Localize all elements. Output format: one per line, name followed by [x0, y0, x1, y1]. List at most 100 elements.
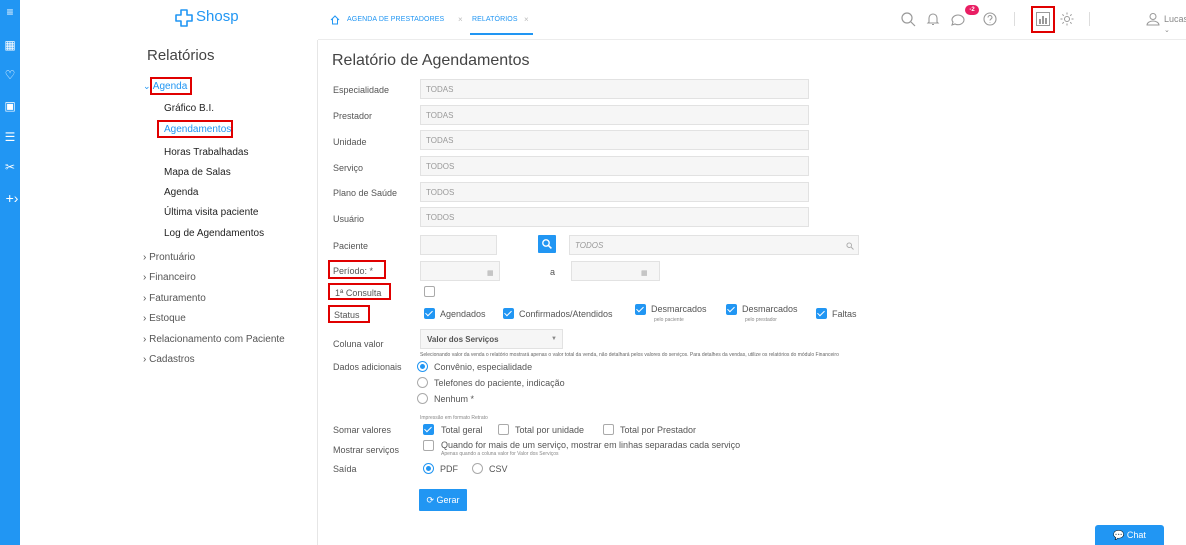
chat-icon: 💬: [1113, 530, 1125, 540]
search-icon: [846, 242, 854, 250]
label-saida: Saída: [333, 464, 357, 474]
status-desmarcados-paciente-checkbox[interactable]: [635, 304, 646, 315]
dropdown-arrow-icon: ▼: [551, 336, 557, 342]
coluna-valor-selected: Valor dos Serviços: [427, 335, 499, 344]
menu-relacionamento[interactable]: › Relacionamento com Paciente: [143, 334, 285, 345]
menu-financeiro[interactable]: › Financeiro: [143, 272, 196, 283]
close-tab-icon[interactable]: ×: [458, 15, 463, 24]
somar-total-prestador-checkbox[interactable]: [603, 424, 614, 435]
label-plano-saude: Plano de Saúde: [333, 188, 398, 198]
gerar-label: Gerar: [436, 495, 460, 505]
status-desmarcados-paciente-label: Desmarcados: [651, 304, 707, 314]
somar-total-unidade-checkbox[interactable]: [498, 424, 509, 435]
label-servico: Serviço: [333, 163, 364, 173]
menu-item-horas-trabalhadas[interactable]: Horas Trabalhadas: [164, 147, 249, 158]
status-desmarcados-prestador-checkbox[interactable]: [726, 304, 737, 315]
prestador-field[interactable]: TODAS: [420, 105, 809, 125]
menu-item-log-agendamentos[interactable]: Log de Agendamentos: [164, 228, 264, 239]
especialidade-field[interactable]: TODAS: [420, 79, 809, 99]
somar-total-prestador-label: Total por Prestador: [620, 425, 697, 435]
brand-name: Shosp: [196, 8, 239, 25]
mostrar-servicos-checkbox[interactable]: [423, 440, 434, 451]
database-icon[interactable]: ☰: [3, 130, 17, 144]
somar-valores-hint: Impressão em formato Retrato: [420, 415, 488, 421]
highlight-box-agendamentos: [157, 120, 233, 138]
dados-convenio-label: Convênio, especialidade: [434, 362, 533, 372]
menu-faturamento[interactable]: › Faturamento: [143, 293, 206, 304]
saida-pdf-label: PDF: [440, 464, 458, 474]
bell-icon[interactable]: [925, 11, 941, 27]
breadcrumb-agenda-prestadores[interactable]: AGENDA DE PRESTADORES: [347, 16, 444, 23]
menu-prontuario[interactable]: › Prontuário: [143, 252, 195, 263]
help-icon[interactable]: [982, 11, 998, 27]
status-desmarcados-paciente-sub: pelo paciente: [654, 317, 684, 323]
label-somar-valores: Somar valores: [333, 425, 392, 435]
periodo-start-input[interactable]: ▦: [420, 261, 500, 281]
user-icon[interactable]: [1145, 11, 1161, 27]
tools-icon[interactable]: ✂: [3, 160, 17, 174]
menu-item-grafico-bi[interactable]: Gráfico B.I.: [164, 103, 214, 114]
gerar-button[interactable]: ⟳ Gerar: [419, 489, 467, 511]
label-coluna-valor: Coluna valor: [333, 339, 384, 349]
brand-area: Shosp: [20, 0, 318, 40]
menu-item-ultima-visita[interactable]: Última visita paciente: [164, 207, 258, 218]
menu-cadastros[interactable]: › Cadastros: [143, 354, 195, 365]
paciente-search-button[interactable]: [538, 235, 556, 253]
dados-telefones-radio[interactable]: [417, 377, 428, 388]
servico-field[interactable]: TODOS: [420, 156, 809, 176]
user-menu[interactable]: Lucas ⌄: [1164, 14, 1186, 34]
dados-convenio-radio[interactable]: [417, 361, 428, 372]
menu-faturamento-label: Faturamento: [149, 293, 206, 304]
menu-estoque[interactable]: › Estoque: [143, 313, 186, 324]
plano-saude-field[interactable]: TODOS: [420, 182, 809, 202]
chat-button[interactable]: 💬 Chat: [1095, 525, 1164, 545]
highlight-box-periodo: [328, 260, 386, 279]
status-confirmados-checkbox[interactable]: [503, 308, 514, 319]
primeira-consulta-checkbox[interactable]: [424, 286, 435, 297]
shosp-logo[interactable]: Shosp: [175, 8, 239, 27]
dados-telefones-label: Telefones do paciente, indicação: [434, 378, 565, 388]
money-icon[interactable]: ▣: [3, 99, 17, 113]
menu-cadastros-label: Cadastros: [149, 354, 195, 365]
somar-total-geral-label: Total geral: [441, 425, 483, 435]
shosp-logo-icon: [175, 9, 193, 27]
status-agendados-checkbox[interactable]: [424, 308, 435, 319]
status-desmarcados-prestador-label: Desmarcados: [742, 304, 798, 314]
usuario-field[interactable]: TODOS: [420, 207, 809, 227]
coluna-valor-select[interactable]: Valor dos Serviços ▼: [420, 329, 563, 349]
mostrar-servicos-hint: Apenas quando a coluna valor for Valor d…: [441, 451, 559, 457]
breadcrumb-relatorios[interactable]: RELATÓRIOS: [472, 16, 518, 23]
unidade-field[interactable]: TODAS: [420, 130, 809, 150]
somar-total-unidade-label: Total por unidade: [515, 425, 585, 435]
saida-csv-label: CSV: [489, 464, 508, 474]
chevron-down-icon: ⌄: [1164, 27, 1170, 34]
menu-item-mapa-de-salas[interactable]: Mapa de Salas: [164, 167, 231, 178]
gear-icon[interactable]: [1059, 11, 1075, 27]
paciente-code-input[interactable]: [420, 235, 497, 255]
status-faltas-label: Faltas: [832, 309, 857, 319]
periodo-end-input[interactable]: ▦: [571, 261, 660, 281]
close-tab-icon[interactable]: ×: [524, 15, 529, 24]
separator: [1089, 12, 1090, 26]
menu-relacionamento-label: Relacionamento com Paciente: [149, 334, 285, 345]
highlight-box-reports: [1031, 6, 1055, 33]
separator: [1014, 12, 1015, 26]
calendar-icon[interactable]: ▦: [3, 38, 17, 52]
saida-pdf-radio[interactable]: [423, 463, 434, 474]
somar-total-geral-checkbox[interactable]: [423, 424, 434, 435]
chat-bubble-icon[interactable]: [950, 12, 966, 28]
left-rail: ≡ ▦ ♡ ▣ ☰ ✂ +›: [0, 0, 20, 545]
top-bar: AGENDA DE PRESTADORES × RELATÓRIOS × -2 …: [318, 0, 1186, 40]
paciente-name-input[interactable]: TODOS: [569, 235, 859, 255]
saida-csv-radio[interactable]: [472, 463, 483, 474]
dados-nenhum-radio[interactable]: [417, 393, 428, 404]
search-icon[interactable]: [900, 11, 916, 27]
status-faltas-checkbox[interactable]: [816, 308, 827, 319]
highlight-box-status: [328, 305, 370, 323]
menu-item-agenda[interactable]: Agenda: [164, 187, 198, 198]
hamburger-menu-icon[interactable]: ≡: [3, 5, 17, 19]
coluna-valor-hint: Selecionando valor da venda o relatório …: [420, 352, 839, 358]
home-icon[interactable]: [330, 15, 340, 25]
heart-icon[interactable]: ♡: [3, 68, 17, 82]
plus-expand-icon[interactable]: +›: [3, 191, 21, 205]
